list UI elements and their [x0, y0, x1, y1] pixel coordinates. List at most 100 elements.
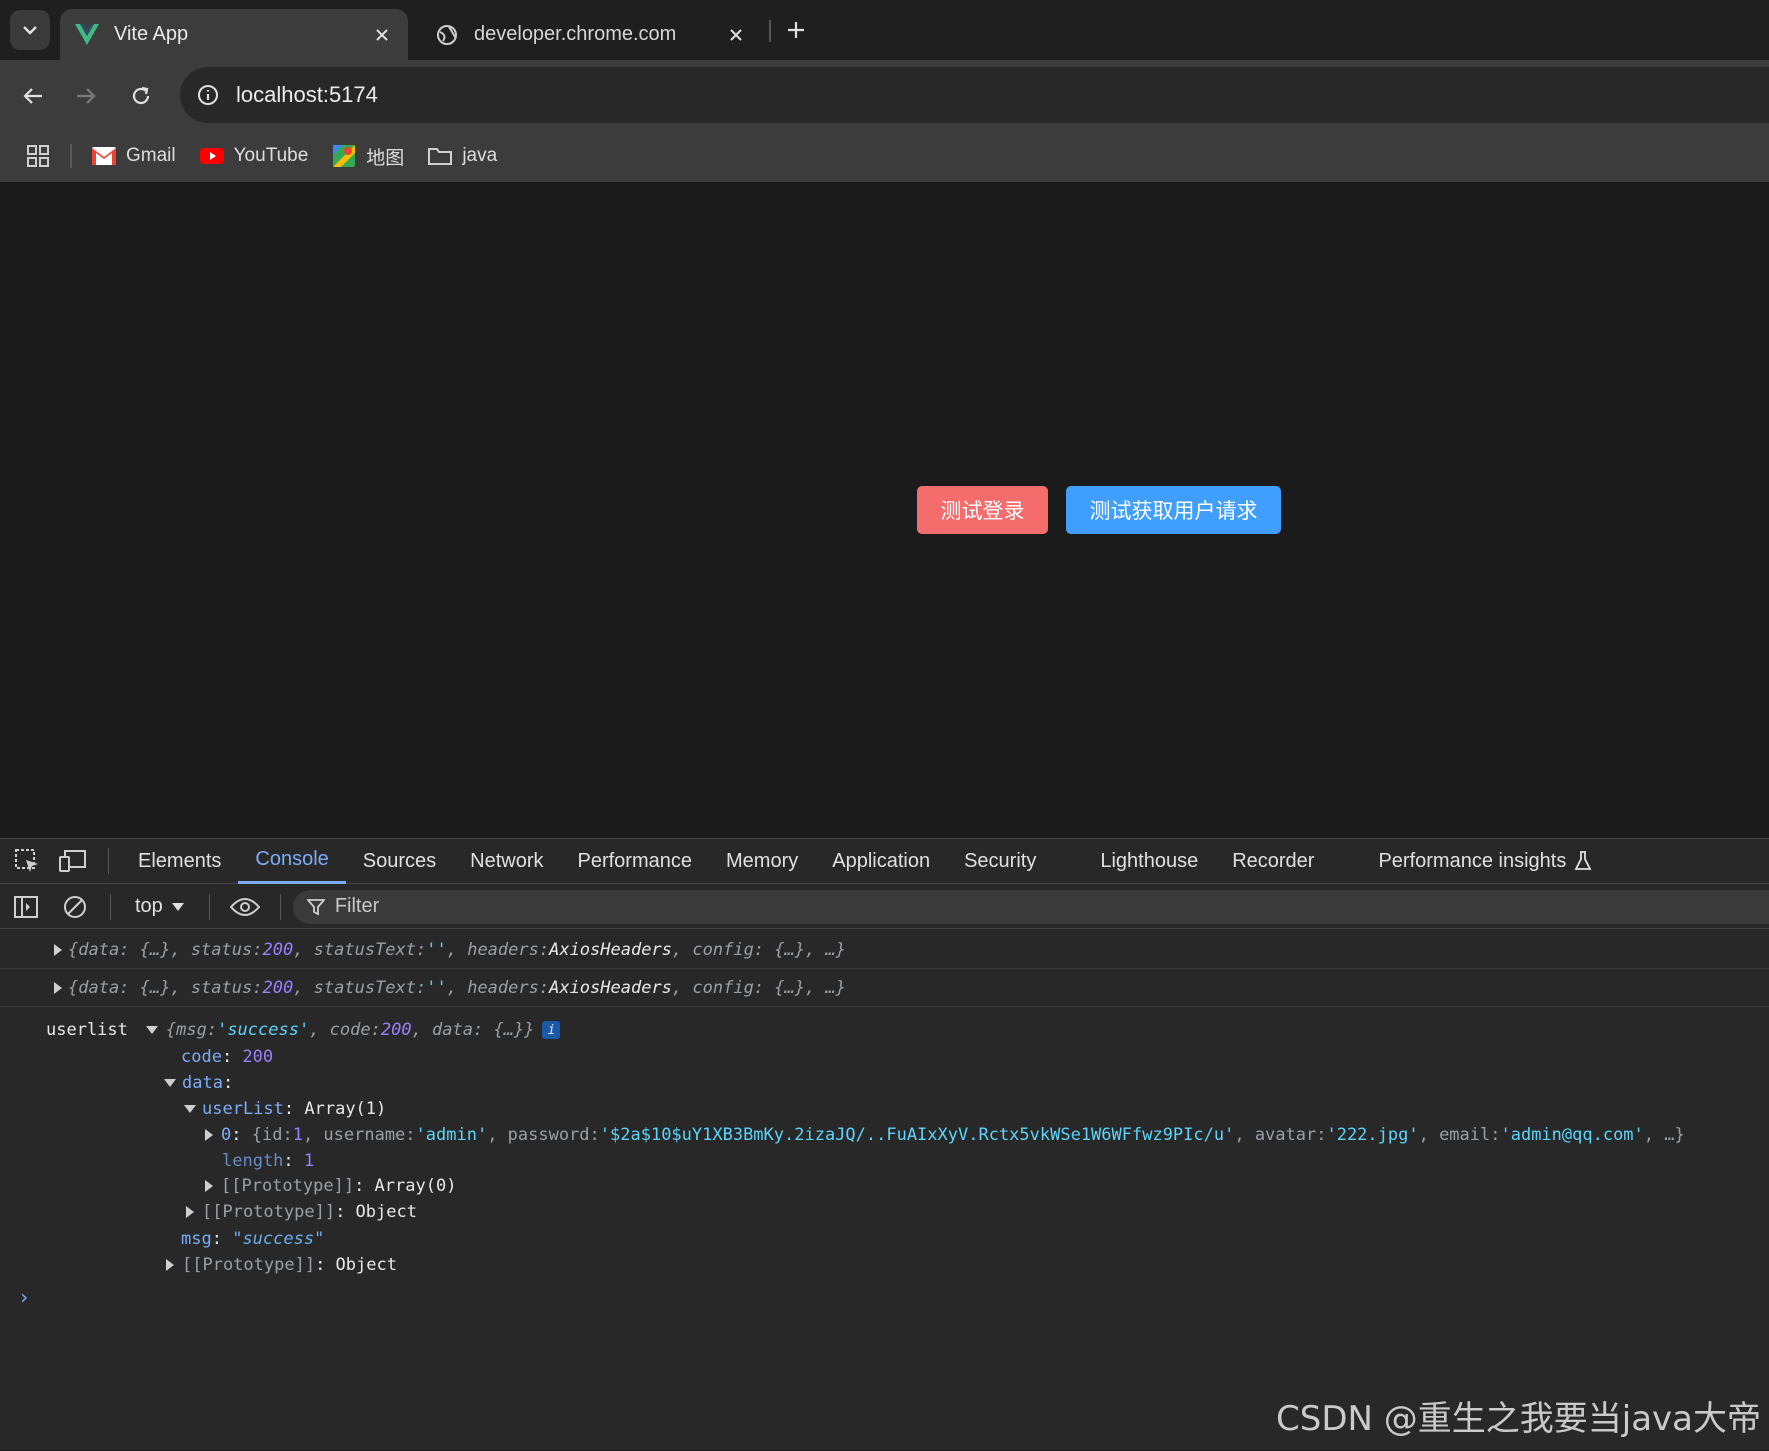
log-value: 200 — [262, 939, 294, 960]
log-text: , headers: — [446, 977, 550, 998]
info-badge-icon[interactable]: i — [542, 1021, 561, 1039]
prop-key: code — [181, 1047, 222, 1067]
address-bar[interactable]: localhost:5174 — [180, 67, 1769, 123]
log-value: '' — [426, 977, 447, 998]
prop-value: Object — [355, 1202, 417, 1222]
bookmark-maps[interactable]: 地图 — [332, 143, 404, 170]
console-prompt-chevron-icon[interactable]: › — [18, 1285, 30, 1309]
tab-memory[interactable]: Memory — [709, 839, 815, 884]
collapse-triangle-icon[interactable] — [160, 1073, 180, 1093]
bookmark-folder-java[interactable]: java — [428, 144, 497, 168]
devtools-tabbar: Elements Console Sources Network Perform… — [0, 839, 1769, 884]
maps-icon — [332, 144, 356, 168]
tab-lighthouse[interactable]: Lighthouse — [1083, 839, 1215, 884]
tab-label: Performance insights — [1378, 849, 1567, 872]
tab-elements[interactable]: Elements — [121, 839, 238, 884]
live-expression-eye-icon[interactable] — [222, 884, 268, 929]
prop-value: "success" — [232, 1229, 325, 1249]
toolbar-divider — [110, 893, 111, 920]
tab-vite-app[interactable]: Vite App — [60, 9, 408, 60]
toolbar-divider — [108, 848, 109, 874]
tab-sources[interactable]: Sources — [346, 839, 453, 884]
log-label: userlist — [46, 1020, 128, 1040]
userlist-summary-row[interactable]: userlist {msg: 'success' , code: 200 , d… — [46, 1018, 561, 1042]
log-text: , avatar: — [1234, 1125, 1327, 1145]
expand-triangle-icon[interactable] — [48, 978, 68, 998]
console-log-row[interactable]: {data: {…}, status: 200 , statusText: ''… — [0, 931, 1769, 969]
expand-triangle-icon[interactable] — [199, 1176, 219, 1196]
tab-application[interactable]: Application — [815, 839, 947, 884]
prop-data-row[interactable]: data: — [160, 1071, 233, 1095]
prop-msg-row: msg: "success" — [181, 1229, 325, 1249]
tab-network[interactable]: Network — [453, 839, 560, 884]
console-toolbar: top Filter — [0, 885, 1769, 929]
log-text: {msg: — [165, 1020, 218, 1040]
expand-triangle-icon[interactable] — [180, 1202, 200, 1222]
filter-icon — [306, 898, 325, 915]
tab-search-button[interactable] — [10, 10, 50, 50]
clear-console-icon[interactable] — [52, 884, 98, 929]
prop-value: Array(1) — [304, 1099, 387, 1119]
expand-triangle-icon[interactable] — [160, 1255, 180, 1275]
collapse-triangle-icon[interactable] — [142, 1020, 162, 1040]
expand-triangle-icon[interactable] — [48, 940, 68, 960]
new-tab-button[interactable] — [780, 14, 812, 46]
prop-value: Object — [335, 1255, 397, 1275]
prop-key: msg — [181, 1229, 212, 1249]
log-text: , password: — [487, 1125, 600, 1145]
prop-key: [[Prototype]] — [202, 1202, 336, 1222]
log-text: , headers: — [446, 939, 550, 960]
toolbar-divider — [208, 893, 210, 920]
tab-performance[interactable]: Performance — [561, 839, 710, 884]
device-toolbar-icon[interactable] — [50, 839, 96, 884]
prop-item0-row[interactable]: 0: {id: 1 , username: 'admin' , password… — [199, 1123, 1685, 1147]
bookmarks-bar: Gmail YouTube 地图 java — [0, 130, 1769, 182]
expand-triangle-icon[interactable] — [199, 1125, 219, 1145]
log-value: '' — [426, 939, 447, 960]
devtools-panel: Elements Console Sources Network Perform… — [0, 838, 1769, 1450]
tab-security[interactable]: Security — [947, 839, 1053, 884]
context-label: top — [135, 895, 163, 917]
prop-proto-array-row[interactable]: [[Prototype]]: Array(0) — [199, 1174, 456, 1198]
tab-recorder[interactable]: Recorder — [1215, 839, 1331, 884]
log-text: , statusText: — [293, 939, 427, 960]
prop-value: Array(0) — [374, 1176, 457, 1196]
prop-userlist-row[interactable]: userList: Array(1) — [180, 1097, 386, 1121]
test-login-button[interactable]: 测试登录 — [917, 486, 1048, 534]
console-log-row[interactable]: {data: {…}, status: 200 , statusText: ''… — [0, 969, 1769, 1007]
prop-proto-root-row[interactable]: [[Prototype]]: Object — [160, 1253, 397, 1277]
log-text: {id: — [251, 1125, 293, 1145]
prop-value: 200 — [242, 1047, 274, 1067]
log-text: , …} — [1643, 1125, 1685, 1145]
test-get-users-button[interactable]: 测试获取用户请求 — [1066, 486, 1281, 534]
back-button[interactable] — [13, 76, 53, 116]
bookmark-youtube[interactable]: YouTube — [199, 144, 308, 168]
inspect-element-icon[interactable] — [4, 839, 50, 884]
prop-value: 'admin@qq.com' — [1500, 1125, 1644, 1145]
forward-button[interactable] — [66, 76, 106, 116]
browser-toolbar: localhost:5174 Gmail YouTube 地图 java — [0, 60, 1769, 182]
tab-separator — [769, 20, 771, 42]
prop-value: 1 — [292, 1125, 303, 1145]
close-icon[interactable] — [370, 23, 394, 47]
arrow-right-icon — [77, 88, 96, 104]
close-icon[interactable] — [724, 23, 748, 47]
tab-performance-insights[interactable]: Performance insights — [1361, 839, 1609, 884]
tab-console[interactable]: Console — [238, 839, 346, 884]
sidebar-toggle-icon[interactable] — [0, 884, 52, 929]
tab-title: developer.chrome.com — [474, 23, 677, 45]
reload-button[interactable] — [121, 76, 161, 116]
log-text: , email: — [1418, 1125, 1501, 1145]
site-info-icon[interactable] — [192, 79, 224, 111]
log-text: , data: {…}} — [411, 1020, 535, 1040]
context-select[interactable]: top — [123, 895, 197, 918]
collapse-triangle-icon[interactable] — [180, 1099, 200, 1119]
filter-input[interactable]: Filter — [292, 889, 1769, 924]
chevron-down-icon — [23, 26, 37, 35]
apps-button[interactable] — [26, 144, 50, 168]
prop-proto-obj-row[interactable]: [[Prototype]]: Object — [180, 1200, 417, 1224]
url-text[interactable]: localhost:5174 — [236, 82, 378, 108]
tab-developer-chrome[interactable]: developer.chrome.com — [420, 9, 762, 60]
bookmark-gmail[interactable]: Gmail — [92, 144, 176, 168]
prop-value: '222.jpg' — [1326, 1125, 1419, 1145]
